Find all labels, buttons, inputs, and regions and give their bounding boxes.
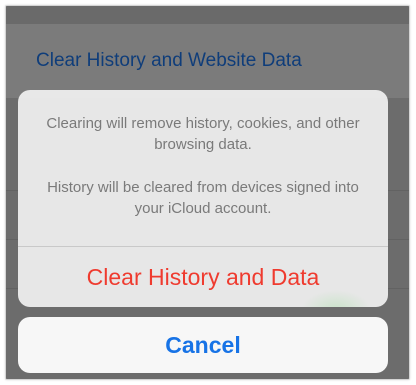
confirmation-alert: Clearing will remove history, cookies, a…	[18, 90, 388, 307]
clear-history-row[interactable]: Clear History and Website Data	[6, 24, 409, 98]
clear-history-row-label: Clear History and Website Data	[36, 50, 302, 71]
cancel-button[interactable]: Cancel	[18, 317, 388, 373]
alert-message-line2: History will be cleared from devices sig…	[47, 179, 359, 217]
top-strip	[6, 6, 409, 24]
alert-message: Clearing will remove history, cookies, a…	[18, 90, 388, 219]
alert-message-line1: Clearing will remove history, cookies, a…	[46, 115, 360, 153]
clear-history-and-data-button[interactable]: Clear History and Data	[18, 247, 388, 307]
